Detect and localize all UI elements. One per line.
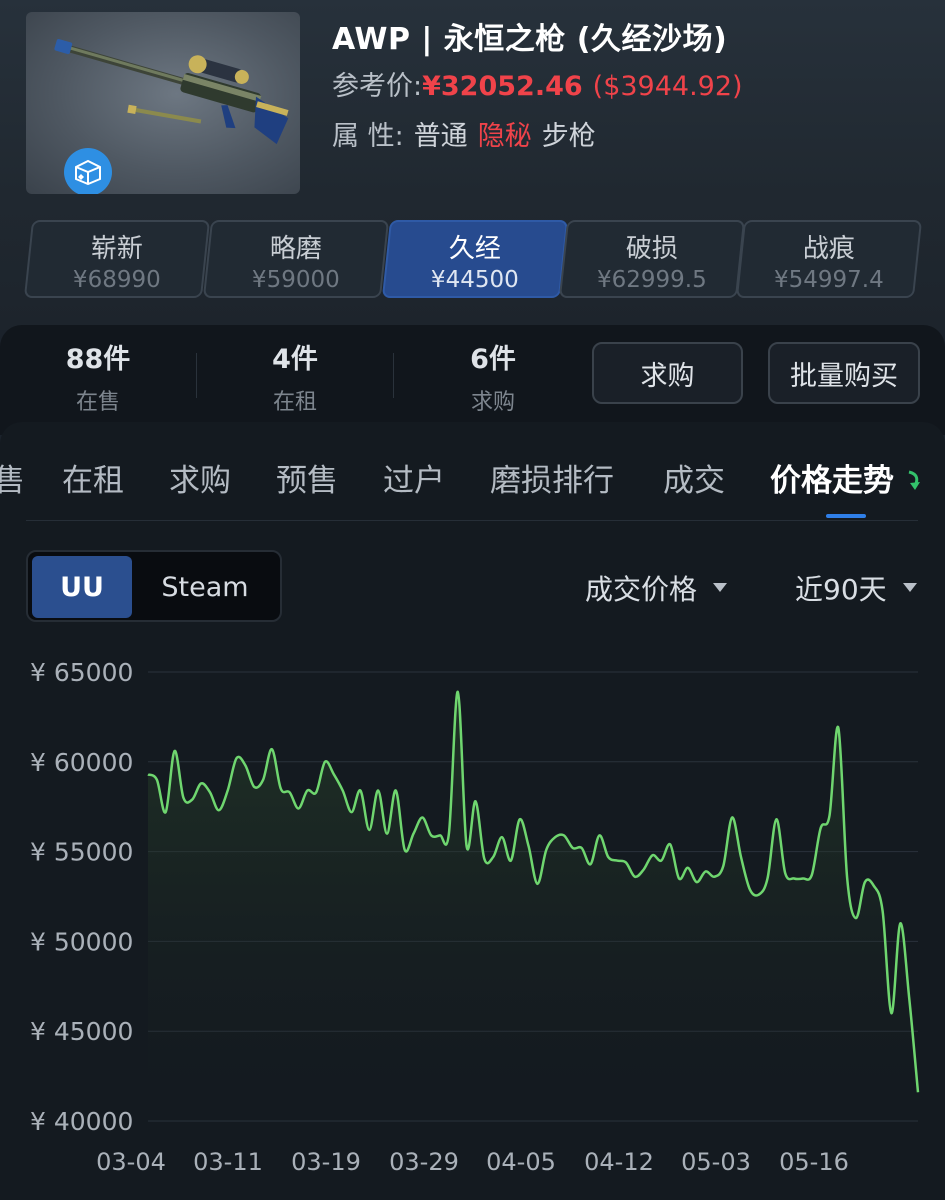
y-tick-label: ¥ 40000 [30, 1107, 133, 1136]
y-tick-label: ¥ 65000 [30, 658, 133, 687]
x-tick-label: 05-16 [779, 1148, 849, 1176]
x-tick-label: 03-04 [96, 1148, 166, 1176]
x-tick-label: 05-03 [681, 1148, 751, 1176]
price-trend-chart[interactable]: ¥ 65000 ¥ 60000 ¥ 55000 ¥ 50000 ¥ 45000 ¥ 400… [0, 0, 945, 1200]
y-tick-label: ¥ 55000 [30, 838, 133, 867]
series-area-fill [148, 691, 918, 1121]
y-tick-label: ¥ 50000 [30, 927, 133, 956]
x-tick-label: 03-19 [291, 1148, 361, 1176]
y-tick-label: ¥ 60000 [30, 748, 133, 777]
x-tick-label: 04-05 [486, 1148, 556, 1176]
x-tick-label: 04-12 [584, 1148, 654, 1176]
x-tick-label: 03-29 [389, 1148, 459, 1176]
x-tick-label: 03-11 [193, 1148, 263, 1176]
y-tick-label: ¥ 45000 [30, 1017, 133, 1046]
